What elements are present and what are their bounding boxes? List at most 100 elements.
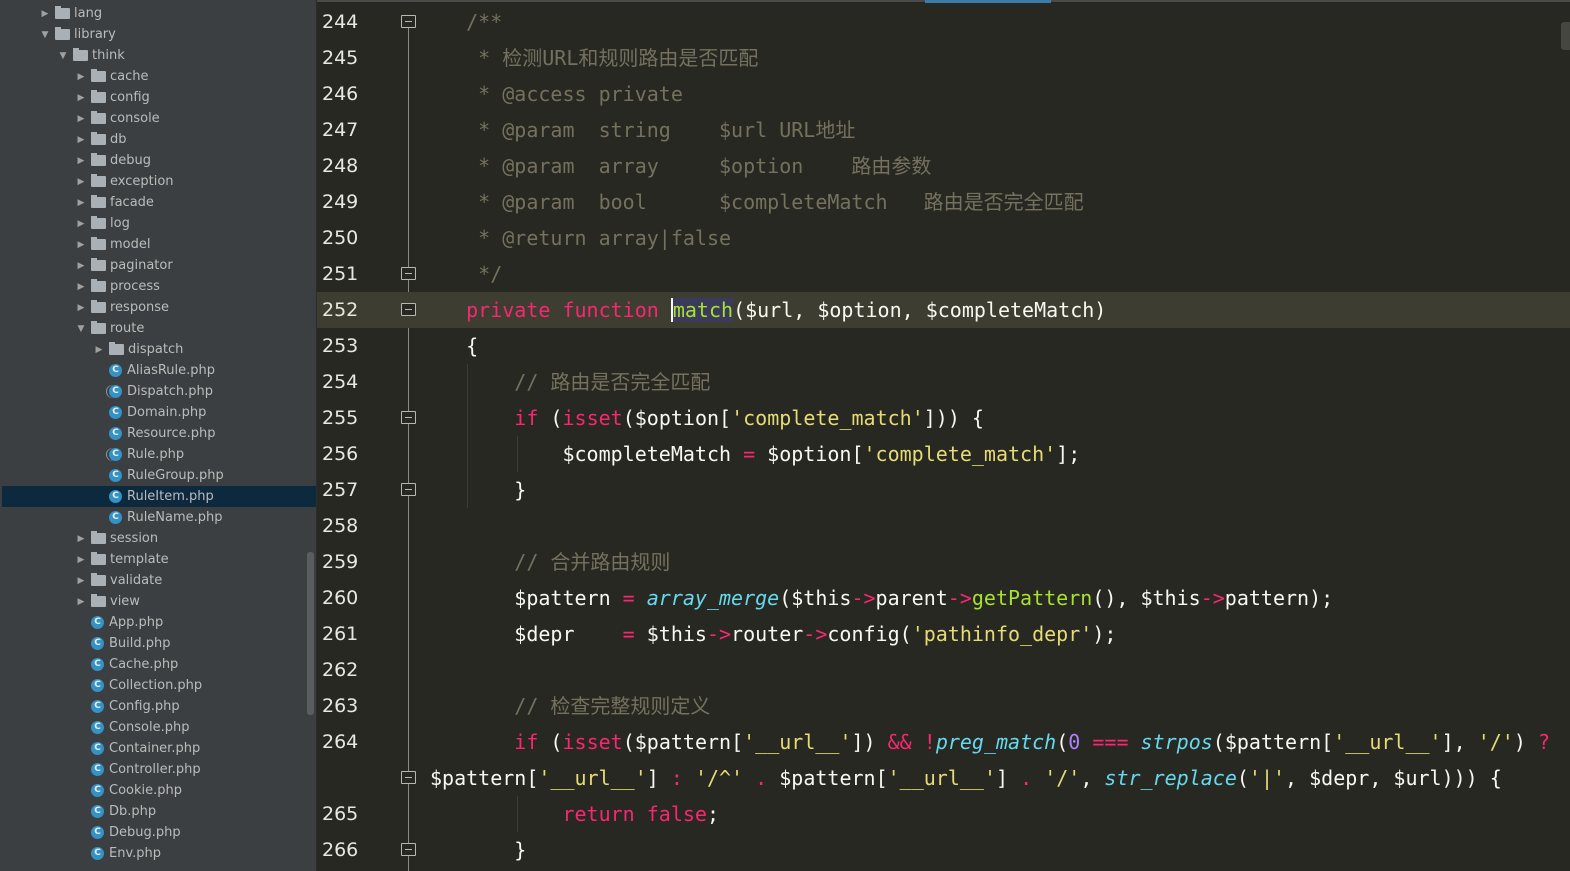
chevron-down-icon[interactable]: ▼	[57, 51, 69, 61]
fold-end-icon[interactable]	[401, 843, 416, 856]
tree-item[interactable]: ▶ config	[2, 87, 316, 108]
code-line[interactable]: 250 * @return array|false	[317, 220, 1570, 256]
tree-item[interactable]: ▶ template	[2, 549, 316, 570]
chevron-right-icon[interactable]: ▶	[75, 156, 87, 166]
code-line[interactable]: 244 /**	[317, 4, 1570, 40]
chevron-right-icon[interactable]: ▶	[93, 345, 105, 355]
tree-item[interactable]: C Resource.php	[2, 423, 316, 444]
chevron-right-icon[interactable]: ▶	[39, 9, 51, 19]
code-line[interactable]: 245 * 检测URL和规则路由是否匹配	[317, 40, 1570, 76]
tree-item-label: validate	[110, 573, 163, 588]
chevron-right-icon[interactable]: ▶	[75, 93, 87, 103]
chevron-right-icon[interactable]: ▶	[75, 114, 87, 124]
project-tree-scrollbar[interactable]	[307, 552, 314, 715]
tree-item[interactable]: ▶ response	[2, 297, 316, 318]
tree-item[interactable]: C Collection.php	[2, 675, 316, 696]
chevron-right-icon[interactable]: ▶	[75, 240, 87, 250]
chevron-right-icon[interactable]: ▶	[75, 72, 87, 82]
tree-item[interactable]: ▶ view	[2, 591, 316, 612]
chevron-right-icon[interactable]: ▶	[75, 177, 87, 187]
tree-item[interactable]: C App.php	[2, 612, 316, 633]
code-line[interactable]: 256 $completeMatch = $option['complete_m…	[317, 436, 1570, 472]
code-line[interactable]: 257 }	[317, 472, 1570, 508]
code-line[interactable]: $pattern['__url__'] : '/^' . $pattern['_…	[317, 760, 1570, 796]
tree-item[interactable]: ▶ facade	[2, 192, 316, 213]
code-line[interactable]: 265 return false;	[317, 796, 1570, 832]
tree-item[interactable]: ▶ log	[2, 213, 316, 234]
fold-end-icon[interactable]	[401, 483, 416, 496]
chevron-right-icon[interactable]: ▶	[75, 219, 87, 229]
code-line[interactable]: 260 $pattern = array_merge($this->parent…	[317, 580, 1570, 616]
tree-item[interactable]: C Build.php	[2, 633, 316, 654]
tree-item-label: App.php	[109, 615, 164, 630]
tree-item[interactable]: ▼ think	[2, 45, 316, 66]
chevron-down-icon[interactable]: ▼	[75, 324, 87, 334]
tree-item[interactable]: C Cookie.php	[2, 780, 316, 801]
tree-item[interactable]: ▶ debug	[2, 150, 316, 171]
tree-item[interactable]: ▼ route	[2, 318, 316, 339]
code-line[interactable]: 262	[317, 652, 1570, 688]
chevron-right-icon[interactable]: ▶	[75, 576, 87, 586]
fold-collapse-icon[interactable]	[401, 303, 416, 316]
chevron-down-icon[interactable]: ▼	[39, 30, 51, 40]
fold-collapse-icon[interactable]	[401, 15, 416, 28]
php-class-icon: C	[109, 511, 122, 524]
chevron-right-icon[interactable]: ▶	[75, 555, 87, 565]
tree-item[interactable]: ▶ process	[2, 276, 316, 297]
tree-item[interactable]: ▶ lang	[2, 3, 316, 24]
tree-item[interactable]: ▶ console	[2, 108, 316, 129]
tree-item[interactable]: C RuleItem.php	[2, 486, 316, 507]
code-line[interactable]: 263 // 检查完整规则定义	[317, 688, 1570, 724]
chevron-right-icon[interactable]: ▶	[75, 135, 87, 145]
code-line[interactable]: 264 if (isset($pattern['__url__']) && !p…	[317, 724, 1570, 760]
tree-item[interactable]: C Domain.php	[2, 402, 316, 423]
code-line[interactable]: 258	[317, 508, 1570, 544]
code-line[interactable]: 259 // 合并路由规则	[317, 544, 1570, 580]
fold-end-icon[interactable]	[401, 771, 416, 784]
tree-item[interactable]: C Db.php	[2, 801, 316, 822]
tree-item[interactable]: ▶ session	[2, 528, 316, 549]
chevron-right-icon[interactable]: ▶	[75, 198, 87, 208]
tree-item[interactable]: ▶ db	[2, 129, 316, 150]
code-line[interactable]: 248 * @param array $option 路由参数	[317, 148, 1570, 184]
php-class-icon: C	[91, 721, 104, 734]
code-line[interactable]: 266 }	[317, 832, 1570, 868]
tree-item[interactable]: C Console.php	[2, 717, 316, 738]
tree-item[interactable]: C Config.php	[2, 696, 316, 717]
code-line[interactable]: 247 * @param string $url URL地址	[317, 112, 1570, 148]
fold-end-icon[interactable]	[401, 267, 416, 280]
code-line[interactable]: 252 private function match($url, $option…	[317, 292, 1570, 328]
tree-item[interactable]: C Rule.php	[2, 444, 316, 465]
tree-item[interactable]: ▶ model	[2, 234, 316, 255]
code-line[interactable]: 254 // 路由是否完全匹配	[317, 364, 1570, 400]
chevron-right-icon[interactable]: ▶	[75, 261, 87, 271]
code-line[interactable]: 261 $depr = $this->router->config('pathi…	[317, 616, 1570, 652]
code-line[interactable]: 249 * @param bool $completeMatch 路由是否完全匹…	[317, 184, 1570, 220]
tree-item[interactable]: ▶ exception	[2, 171, 316, 192]
tree-item[interactable]: C AliasRule.php	[2, 360, 316, 381]
tree-item[interactable]: C Cache.php	[2, 654, 316, 675]
code-line[interactable]: 251 */	[317, 256, 1570, 292]
tree-item[interactable]: C RuleName.php	[2, 507, 316, 528]
tree-item[interactable]: C RuleGroup.php	[2, 465, 316, 486]
tree-item[interactable]: ▶ cache	[2, 66, 316, 87]
tree-item[interactable]: ▶ dispatch	[2, 339, 316, 360]
code-line[interactable]: 246 * @access private	[317, 76, 1570, 112]
tree-item[interactable]: ▼ library	[2, 24, 316, 45]
tree-item[interactable]: C Debug.php	[2, 822, 316, 843]
code-line[interactable]: 255 if (isset($option['complete_match'])…	[317, 400, 1570, 436]
tree-item[interactable]: C Container.php	[2, 738, 316, 759]
chevron-right-icon[interactable]: ▶	[75, 534, 87, 544]
tree-item[interactable]: ▶ validate	[2, 570, 316, 591]
chevron-right-icon[interactable]: ▶	[75, 303, 87, 313]
chevron-right-icon[interactable]: ▶	[75, 597, 87, 607]
code-line[interactable]: 253 {	[317, 328, 1570, 364]
editor-scrollbar[interactable]	[1561, 22, 1570, 50]
fold-collapse-icon[interactable]	[401, 411, 416, 424]
chevron-right-icon[interactable]: ▶	[75, 282, 87, 292]
tree-item[interactable]: C Env.php	[2, 843, 316, 864]
tree-item[interactable]: C Controller.php	[2, 759, 316, 780]
tree-item[interactable]: ▶ paginator	[2, 255, 316, 276]
tree-item[interactable]: C Dispatch.php	[2, 381, 316, 402]
code-editor[interactable]: 244 /** 245 * 检测URL和规则路由是否匹配 246 * @access…	[317, 0, 1570, 871]
